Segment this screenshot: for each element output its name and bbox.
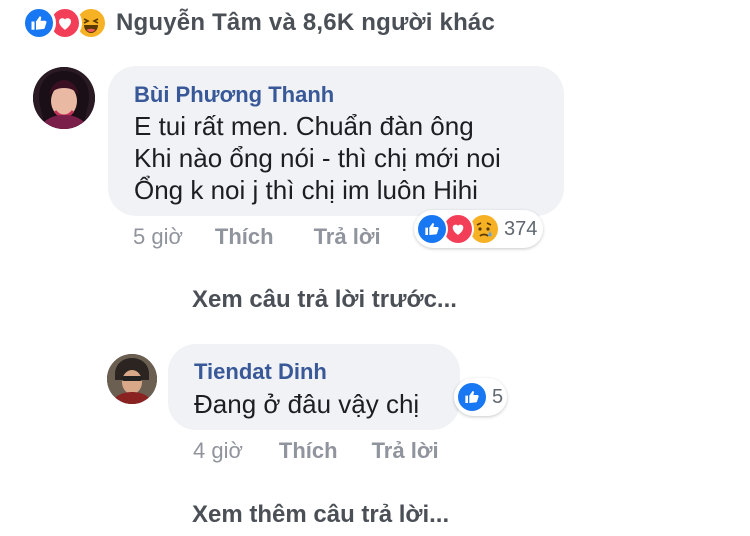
reaction-summary[interactable]: Nguyễn Tâm và 8,6K người khác bbox=[22, 4, 495, 42]
like-reaction-icon bbox=[416, 213, 448, 245]
comment-reactions-badge[interactable]: 374 bbox=[414, 210, 544, 248]
comment-reaction-count: 374 bbox=[504, 217, 538, 240]
comment-line: Đang ở đâu vậy chị bbox=[194, 389, 420, 419]
view-previous-replies-link[interactable]: Xem câu trả lời trước... bbox=[192, 286, 457, 314]
comment-author[interactable]: Bùi Phương Thanh bbox=[134, 82, 334, 108]
comment-line: Ổng k noi j thì chị im luôn Hihi bbox=[134, 175, 478, 205]
like-reaction-icon bbox=[456, 381, 488, 413]
comment-bubble: Tiendat Dinh Đang ở đâu vậy chị bbox=[168, 344, 460, 430]
comment-text: Đang ở đâu vậy chị bbox=[194, 388, 419, 420]
like-comment-button[interactable]: Thích bbox=[279, 438, 338, 464]
view-more-replies-link[interactable]: Xem thêm câu trả lời... bbox=[192, 501, 449, 529]
like-reaction-icon bbox=[22, 6, 56, 40]
comment-text: E tui rất men. Chuẩn đàn ông Khi nào ổng… bbox=[134, 110, 501, 206]
comment-author[interactable]: Tiendat Dinh bbox=[194, 359, 327, 385]
comment-line: Khi nào ổng nói - thì chị mới noi bbox=[134, 143, 501, 173]
comment-reaction-count: 5 bbox=[492, 385, 504, 408]
reply-comment-button[interactable]: Trả lời bbox=[372, 438, 439, 464]
comment-timestamp[interactable]: 4 giờ bbox=[193, 438, 243, 464]
reaction-summary-text[interactable]: Nguyễn Tâm và 8,6K người khác bbox=[116, 9, 495, 37]
commenter-avatar[interactable] bbox=[107, 354, 157, 404]
comment-actions: 4 giờ Thích Trả lời bbox=[193, 438, 439, 464]
comment-reactions-badge[interactable]: 5 bbox=[454, 378, 508, 416]
comment-line: E tui rất men. Chuẩn đàn ông bbox=[134, 111, 474, 141]
comment-timestamp[interactable]: 5 giờ bbox=[133, 224, 183, 250]
like-comment-button[interactable]: Thích bbox=[215, 224, 274, 250]
comment-bubble: Bùi Phương Thanh E tui rất men. Chuẩn đà… bbox=[108, 66, 564, 216]
reply-comment-button[interactable]: Trả lời bbox=[314, 224, 381, 250]
commenter-avatar[interactable] bbox=[33, 67, 95, 129]
comment-actions: 5 giờ Thích Trả lời bbox=[133, 224, 381, 250]
